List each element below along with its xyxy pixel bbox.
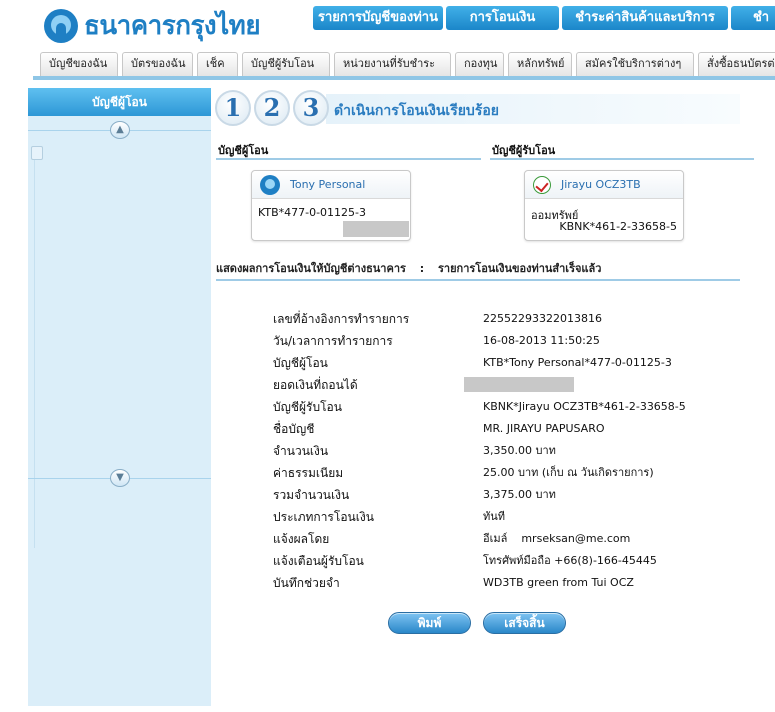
- detail-row: จำนวนเงิน 3,350.00 บาท: [273, 440, 686, 462]
- topnav-accounts[interactable]: รายการบัญชีของท่าน: [313, 6, 443, 30]
- detail-value: WD3TB green from Tui OCZ: [483, 576, 634, 589]
- tab-my-accounts[interactable]: บัญชีของฉัน: [40, 52, 118, 76]
- page-title: ดำเนินการโอนเงินเรียบร้อย: [334, 103, 499, 119]
- result-left: แสดงผลการโอนเงินให้บัญชีต่างธนาคาร: [216, 262, 406, 275]
- masked-balance: [343, 221, 409, 237]
- detail-label: ยอดเงินที่ถอนได้: [273, 378, 358, 392]
- from-account-card: Tony Personal KTB*477-0-01125-3: [251, 170, 411, 241]
- done-button[interactable]: เสร็จสิ้น: [483, 612, 566, 634]
- step-2: 2: [254, 90, 290, 126]
- ktb-bank-icon: [260, 174, 280, 195]
- detail-row: แจ้งเตือนผู้รับโอน โทรศัพท์มือถือ +66(8)-…: [273, 550, 686, 572]
- topnav-payment[interactable]: ชำระค่าสินค้าและบริการ: [562, 6, 728, 30]
- detail-value: KBNK*Jirayu OCZ3TB*461-2-33658-5: [483, 400, 686, 413]
- detail-value: 3,375.00 บาท: [483, 488, 556, 501]
- detail-value: 16-08-2013 11:50:25: [483, 334, 600, 347]
- step-1: 1: [215, 90, 251, 126]
- detail-value: MR. JIRAYU PAPUSARO: [483, 422, 605, 435]
- detail-row: บันทึกช่วยจำ WD3TB green from Tui OCZ: [273, 572, 686, 594]
- scroll-down-icon[interactable]: ▼: [110, 469, 130, 487]
- sidebar-scroll-handle[interactable]: [31, 146, 43, 160]
- bank-logo[interactable]: ธนาคารกรุงไทย: [44, 5, 261, 46]
- detail-label: จำนวนเงิน: [273, 444, 329, 458]
- from-section-rule: [216, 158, 481, 160]
- print-button[interactable]: พิมพ์: [388, 612, 471, 634]
- detail-label: บันทึกช่วยจำ: [273, 576, 340, 590]
- masked-withdrawable: [464, 377, 574, 392]
- detail-row: เลขที่อ้างอิงการทำรายการ 2255229332201381…: [273, 308, 686, 330]
- result-rule: [216, 279, 740, 281]
- result-right: รายการโอนเงินของท่านสำเร็จแล้ว: [438, 262, 602, 275]
- tab-funds[interactable]: กองทุน: [455, 52, 504, 76]
- detail-label: ชื่อบัญชี: [273, 422, 315, 436]
- tabbar-divider: [33, 76, 775, 80]
- to-account-card: Jirayu OCZ3TB ออมทรัพย์ KBNK*461-2-33658…: [524, 170, 684, 241]
- to-account-name: Jirayu OCZ3TB: [561, 178, 641, 191]
- detail-label: แจ้งผลโดย: [273, 532, 330, 546]
- detail-row: วัน/เวลาการทำรายการ 16-08-2013 11:50:25: [273, 330, 686, 352]
- detail-row: รวมจำนวนเงิน 3,375.00 บาท: [273, 484, 686, 506]
- detail-value: 22552293322013816: [483, 312, 602, 325]
- tab-securities[interactable]: หลักทรัพย์: [508, 52, 572, 76]
- tab-services[interactable]: สมัครใช้บริการต่างๆ: [576, 52, 694, 76]
- to-section-label: บัญชีผู้รับโอน: [492, 144, 556, 157]
- detail-row: ประเภทการโอนเงิน ทันที: [273, 506, 686, 528]
- from-card-header: Tony Personal: [252, 171, 410, 199]
- to-account-number: KBNK*461-2-33658-5: [559, 220, 677, 233]
- detail-label: เลขที่อ้างอิงการทำรายการ: [273, 312, 410, 326]
- detail-row: ยอดเงินที่ถอนได้: [273, 374, 686, 396]
- detail-label: วัน/เวลาการทำรายการ: [273, 334, 393, 348]
- detail-row: ชื่อบัญชี MR. JIRAYU PAPUSARO: [273, 418, 686, 440]
- detail-value: อีเมล์ mrseksan@me.com: [483, 532, 631, 545]
- detail-value: โทรศัพท์มือถือ +66(8)-166-45445: [483, 554, 657, 567]
- detail-label: บัญชีผู้รับโอน: [273, 400, 342, 414]
- sidebar: บัญชีผู้โอน ▲ ▼: [28, 88, 211, 706]
- sub-tabs: บัญชีของฉัน บัตรของฉัน เช็ค บัญชีผู้รับโ…: [40, 52, 775, 76]
- sidebar-scroll-track[interactable]: [34, 148, 43, 548]
- detail-value: 3,350.00 บาท: [483, 444, 556, 457]
- topnav-transfer[interactable]: การโอนเงิน: [446, 6, 559, 30]
- result-sep: :: [419, 262, 425, 275]
- logo-text: ธนาคารกรุงไทย: [84, 11, 261, 41]
- tab-my-cards[interactable]: บัตรของฉัน: [122, 52, 193, 76]
- from-section-label: บัญชีผู้โอน: [218, 144, 269, 157]
- result-message: แสดงผลการโอนเงินให้บัญชีต่างธนาคาร : ราย…: [216, 259, 601, 277]
- tab-payees[interactable]: บัญชีผู้รับโอน: [242, 52, 330, 76]
- detail-label: รวมจำนวนเงิน: [273, 488, 350, 502]
- from-account-number: KTB*477-0-01125-3: [258, 206, 367, 219]
- transfer-details: เลขที่อ้างอิงการทำรายการ 2255229332201381…: [273, 308, 686, 594]
- top-nav: รายการบัญชีของท่าน การโอนเงิน ชำระค่าสิน…: [313, 6, 775, 30]
- kbank-bank-icon: [533, 175, 551, 194]
- detail-label: ประเภทการโอนเงิน: [273, 510, 374, 524]
- detail-label: แจ้งเตือนผู้รับโอน: [273, 554, 364, 568]
- step-3: 3: [293, 90, 329, 126]
- to-section-rule: [490, 158, 754, 160]
- tab-cheque[interactable]: เช็ค: [197, 52, 238, 76]
- tab-billers[interactable]: หน่วยงานที่รับชำระ: [334, 52, 451, 76]
- tab-foreign-currency[interactable]: สั่งซื้อธนบัตรต่างปร: [698, 52, 775, 76]
- ktb-logo-icon: [44, 8, 78, 43]
- detail-label: ค่าธรรมเนียม: [273, 466, 344, 480]
- topnav-more[interactable]: ชำ: [731, 6, 775, 30]
- detail-row: แจ้งผลโดย อีเมล์ mrseksan@me.com: [273, 528, 686, 550]
- detail-value: ทันที: [483, 510, 506, 523]
- detail-row: ค่าธรรมเนียม 25.00 บาท (เก็บ ณ วันเกิดราย…: [273, 462, 686, 484]
- detail-row: บัญชีผู้รับโอน KBNK*Jirayu OCZ3TB*461-2-3…: [273, 396, 686, 418]
- sidebar-title: บัญชีผู้โอน: [28, 88, 211, 116]
- detail-value: 25.00 บาท (เก็บ ณ วันเกิดรายการ): [483, 466, 654, 479]
- scroll-up-icon[interactable]: ▲: [110, 121, 130, 139]
- from-account-name: Tony Personal: [290, 178, 366, 191]
- detail-row: บัญชีผู้โอน KTB*Tony Personal*477-0-01125…: [273, 352, 686, 374]
- detail-label: บัญชีผู้โอน: [273, 356, 328, 370]
- step-indicator: 1 2 3: [215, 90, 332, 126]
- detail-value: KTB*Tony Personal*477-0-01125-3: [483, 356, 672, 369]
- to-card-header: Jirayu OCZ3TB: [525, 171, 683, 199]
